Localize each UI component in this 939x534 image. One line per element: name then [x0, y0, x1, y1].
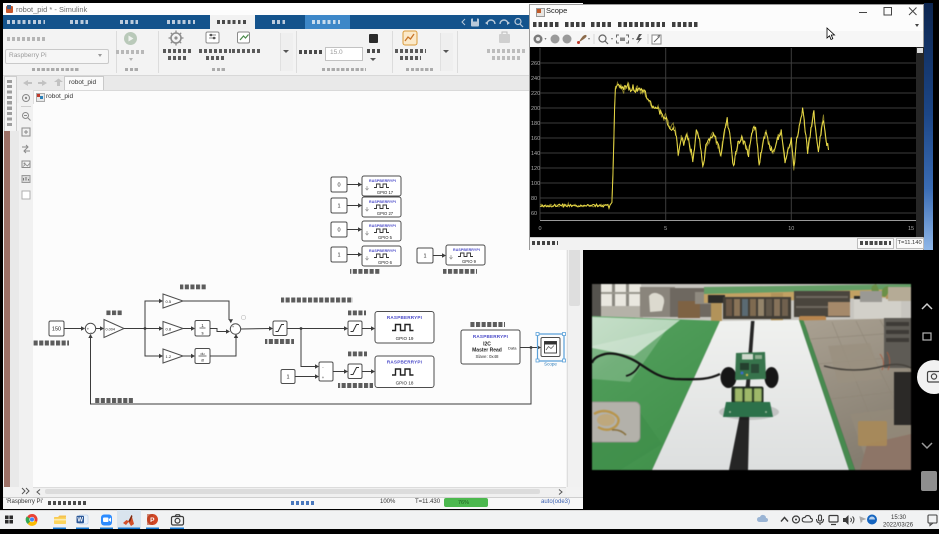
- svg-text:5: 5: [664, 226, 667, 232]
- svg-text:W: W: [77, 518, 83, 524]
- svg-text:GPIO 18: GPIO 18: [396, 381, 414, 386]
- svg-text:0: 0: [337, 183, 340, 189]
- svg-text:Scope: Scope: [544, 362, 557, 367]
- svg-text:1.2: 1.2: [166, 354, 172, 359]
- svg-text:0.004: 0.004: [106, 327, 116, 331]
- svg-text:Master Read: Master Read: [472, 348, 502, 354]
- svg-text:+: +: [87, 327, 90, 332]
- svg-text:0: 0: [538, 226, 541, 232]
- svg-text:180: 180: [531, 121, 540, 127]
- svg-text:1: 1: [337, 204, 340, 210]
- svg-text:100: 100: [531, 181, 540, 187]
- svg-text:GPIO 17: GPIO 17: [377, 190, 394, 195]
- svg-text:GPIO 6: GPIO 6: [378, 260, 393, 265]
- svg-text:du: du: [201, 352, 205, 356]
- svg-text:RASPBERRYPI: RASPBERRYPI: [369, 249, 396, 253]
- svg-text:0.8: 0.8: [166, 326, 172, 331]
- svg-text:GPIO 27: GPIO 27: [377, 211, 394, 216]
- svg-text:RASPBERRYPI: RASPBERRYPI: [387, 360, 422, 365]
- svg-text:P: P: [150, 517, 155, 524]
- svg-text:RASPBERRYPI: RASPBERRYPI: [369, 179, 396, 183]
- svg-text:120: 120: [531, 166, 540, 172]
- svg-text:GPIO 9: GPIO 9: [462, 259, 477, 264]
- svg-text:240: 240: [531, 76, 540, 82]
- svg-text:dt: dt: [201, 359, 204, 363]
- svg-text:RASPBERRYPI: RASPBERRYPI: [369, 200, 396, 204]
- svg-text:1: 1: [286, 375, 289, 381]
- svg-text:150: 150: [52, 327, 61, 333]
- svg-text:160: 160: [531, 136, 540, 142]
- svg-text:RASPBERRYPI: RASPBERRYPI: [473, 334, 508, 339]
- svg-text:15: 15: [908, 226, 914, 232]
- svg-text:10: 10: [788, 226, 794, 232]
- svg-text:Slave: 0x48: Slave: 0x48: [476, 354, 500, 359]
- svg-text:0.5: 0.5: [166, 299, 172, 304]
- svg-text:RASPBERRYPI: RASPBERRYPI: [453, 248, 480, 252]
- svg-text:GPIO 5: GPIO 5: [378, 235, 393, 240]
- svg-text:RASPBERRYPI: RASPBERRYPI: [369, 224, 396, 228]
- svg-text:220: 220: [531, 91, 540, 97]
- svg-text:2022/03/26: 2022/03/26: [883, 523, 914, 529]
- svg-text:200: 200: [531, 106, 540, 112]
- svg-text:260: 260: [531, 61, 540, 67]
- svg-text:Data: Data: [508, 346, 517, 351]
- svg-text:1: 1: [423, 254, 426, 260]
- svg-text:RASPBERRYPI: RASPBERRYPI: [387, 315, 422, 320]
- svg-text:15:30: 15:30: [891, 515, 907, 521]
- svg-text:80: 80: [531, 196, 537, 202]
- svg-text:GPIO 19: GPIO 19: [396, 336, 414, 341]
- svg-text:140: 140: [531, 151, 540, 157]
- svg-text:1: 1: [337, 253, 340, 259]
- svg-text:0: 0: [337, 228, 340, 234]
- svg-text:s: s: [201, 331, 203, 336]
- svg-text:60: 60: [531, 211, 537, 217]
